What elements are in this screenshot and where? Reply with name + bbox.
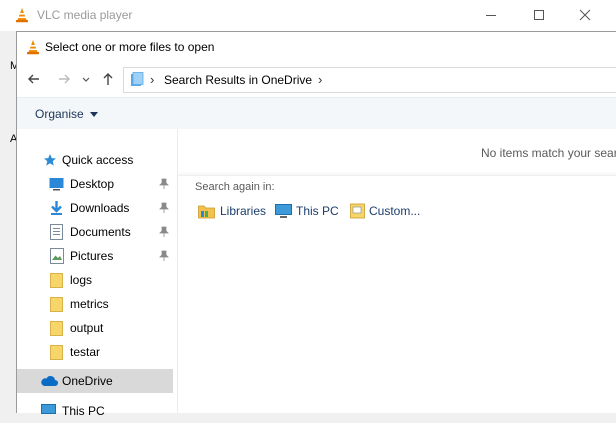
pictures-icon [50, 248, 64, 264]
dialog-title: Select one or more files to open [45, 40, 215, 54]
forward-button[interactable] [55, 70, 73, 88]
nav-item-label: output [70, 321, 104, 335]
dropdown-arrow-icon [90, 111, 99, 118]
nav-item-output[interactable]: output [17, 316, 173, 340]
pin-icon [159, 250, 169, 262]
folder-icon [50, 321, 63, 336]
nav-item-label: Quick access [62, 153, 134, 167]
nav-item-label: This PC [62, 404, 105, 418]
pin-icon [159, 178, 169, 190]
nav-item-label: Downloads [70, 201, 130, 215]
nav-item-logs[interactable]: logs [17, 268, 173, 292]
navigation-bar: › Search Results in OneDrive › [17, 62, 616, 96]
documents-icon [50, 224, 63, 240]
onedrive-cloud-icon [40, 375, 58, 387]
organise-menu-button[interactable]: Organise [35, 107, 99, 121]
address-location[interactable]: Search Results in OneDrive [164, 73, 312, 87]
nav-item-label: logs [70, 273, 93, 287]
nav-item-label: Documents [70, 225, 131, 239]
nav-item-documents[interactable]: Documents [17, 220, 173, 244]
nav-item-label: metrics [70, 297, 109, 311]
libraries-icon [198, 203, 215, 219]
folder-icon [50, 345, 63, 360]
nav-item-this-pc[interactable]: This PC [17, 399, 173, 423]
onedrive-search-icon [130, 72, 144, 87]
vlc-titlebar: VLC media player [0, 0, 616, 31]
search-again-panel: Search again in: Libraries This PC Custo… [178, 175, 616, 236]
desktop-icon [49, 177, 64, 191]
nav-item-pictures[interactable]: Pictures [17, 244, 173, 268]
vlc-cone-icon [14, 7, 30, 23]
this-pc-icon [41, 404, 56, 417]
nav-item-testar[interactable]: testar [17, 340, 173, 364]
minimize-button[interactable] [468, 0, 514, 31]
address-chevron[interactable]: › [318, 72, 322, 87]
open-file-dialog: Select one or more files to open › Searc… [16, 31, 616, 418]
this-pc-icon [275, 204, 292, 219]
vlc-cone-icon [25, 39, 41, 55]
vlc-window-title: VLC media player [37, 8, 133, 22]
search-again-label: Search again in: [195, 181, 275, 193]
nav-item-desktop[interactable]: Desktop [17, 172, 173, 196]
nav-item-quick-access[interactable]: Quick access [17, 148, 173, 172]
close-button[interactable] [562, 0, 608, 31]
nav-item-label: Pictures [70, 249, 114, 263]
search-location-label: Custom... [369, 204, 421, 218]
folder-icon [50, 297, 63, 312]
up-button[interactable] [99, 70, 117, 88]
organise-label: Organise [35, 107, 84, 121]
nav-item-downloads[interactable]: Downloads [17, 196, 173, 220]
folder-icon [50, 273, 63, 288]
empty-results-message: No items match your sear [481, 146, 616, 160]
nav-item-label: OneDrive [62, 374, 113, 388]
command-toolbar: Organise [17, 97, 616, 130]
nav-item-label: testar [70, 345, 101, 359]
file-list-area[interactable]: No items match your sear Search again in… [178, 129, 616, 413]
nav-item-metrics[interactable]: metrics [17, 292, 173, 316]
address-separator: › [150, 72, 155, 87]
pin-icon [159, 226, 169, 238]
recent-locations-chevron-down-icon[interactable] [81, 70, 91, 88]
search-location-label: Libraries [220, 204, 267, 218]
maximize-button[interactable] [516, 0, 562, 31]
nav-item-label: Desktop [70, 177, 115, 191]
back-button[interactable] [25, 70, 43, 88]
downloads-icon [49, 200, 64, 216]
vlc-left-strip: M A [0, 31, 19, 412]
search-location-label: This PC [296, 204, 339, 218]
nav-item-onedrive[interactable]: OneDrive [17, 369, 173, 393]
navigation-pane: Quick access Desktop Downloads Documents [17, 129, 178, 418]
custom-folder-icon [350, 203, 366, 219]
star-icon [43, 153, 57, 167]
address-bar[interactable]: › Search Results in OneDrive › [123, 67, 616, 93]
pin-icon [159, 202, 169, 214]
